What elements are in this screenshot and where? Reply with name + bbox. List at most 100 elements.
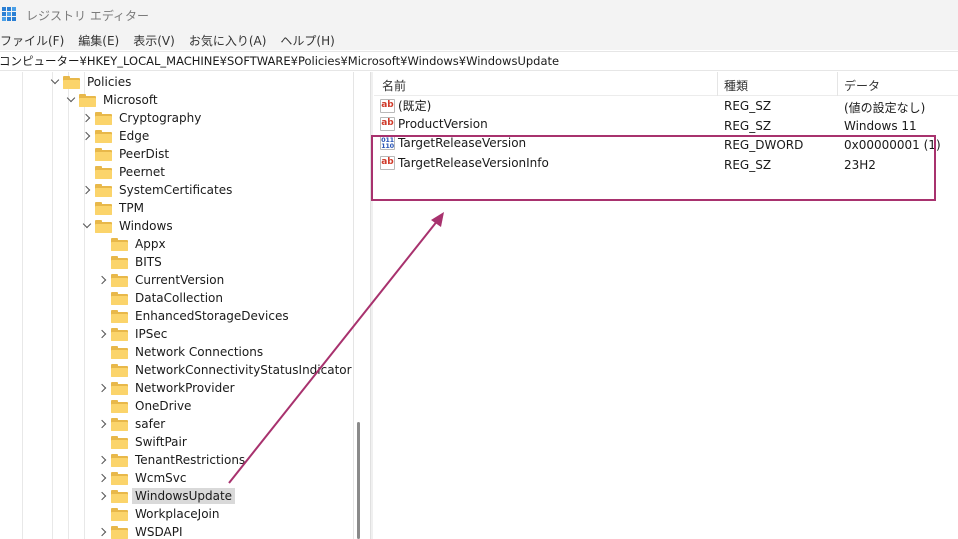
no-expander	[96, 255, 110, 269]
tree-item[interactable]: Edge	[80, 127, 152, 145]
column-separator[interactable]	[717, 72, 718, 96]
tree-item-label: Appx	[135, 237, 166, 251]
column-header-name[interactable]: 名前	[382, 77, 406, 94]
tree-item[interactable]: SystemCertificates	[80, 181, 235, 199]
tree-guide-line	[68, 72, 69, 539]
folder-icon	[111, 525, 128, 539]
folder-icon	[79, 93, 96, 107]
chevron-right-icon[interactable]	[96, 381, 110, 395]
column-separator[interactable]	[837, 72, 838, 96]
value-row[interactable]: ab ProductVersion REG_SZ Windows 11	[374, 116, 958, 135]
chevron-down-icon[interactable]	[80, 219, 94, 233]
tree-item[interactable]: WorkplaceJoin	[96, 505, 223, 523]
chevron-right-icon[interactable]	[96, 525, 110, 539]
folder-icon	[111, 489, 128, 503]
value-name-cell: ab (既定)	[380, 97, 431, 114]
tree-item[interactable]: EnhancedStorageDevices	[96, 307, 292, 325]
no-expander	[96, 237, 110, 251]
chevron-right-icon[interactable]	[96, 417, 110, 431]
tree-item[interactable]: Policies	[48, 73, 134, 91]
tree-item-label: SwiftPair	[135, 435, 187, 449]
chevron-down-icon[interactable]	[48, 75, 62, 89]
folder-icon	[95, 183, 112, 197]
no-expander	[80, 201, 94, 215]
tree-item-label: TPM	[119, 201, 144, 215]
value-name: ProductVersion	[398, 116, 488, 131]
tree-item-label: NetworkConnectivityStatusIndicator	[135, 363, 352, 377]
tree-item-label: OneDrive	[135, 399, 192, 413]
folder-icon	[95, 147, 112, 161]
tree-item[interactable]: Microsoft	[64, 91, 161, 109]
menu-help[interactable]: ヘルプ(H)	[280, 32, 334, 49]
menu-favorites[interactable]: お気に入り(A)	[189, 32, 267, 49]
tree-item[interactable]: WcmSvc	[96, 469, 189, 487]
value-type: REG_SZ	[724, 99, 772, 113]
chevron-right-icon[interactable]	[96, 273, 110, 287]
tree-guide-line	[22, 72, 23, 539]
key-tree-pane: Policies Microsoft Cryptography Edge PeerDis…	[0, 72, 363, 539]
chevron-down-icon[interactable]	[64, 93, 78, 107]
tree-item-label: CurrentVersion	[135, 273, 225, 287]
tree-scrollbar[interactable]	[353, 72, 363, 539]
annotation-highlight-box	[371, 135, 936, 201]
no-expander	[96, 291, 110, 305]
tree-item[interactable]: SwiftPair	[96, 433, 190, 451]
tree-item-label: Network Connections	[135, 345, 264, 359]
chevron-right-icon[interactable]	[80, 183, 94, 197]
tree-item-label: Windows	[119, 219, 173, 233]
address-bar[interactable]: コンピューター¥HKEY_LOCAL_MACHINE¥SOFTWARE¥Poli…	[0, 51, 958, 71]
folder-icon	[111, 363, 128, 377]
menu-edit[interactable]: 編集(E)	[78, 32, 119, 49]
tree-item[interactable]: Appx	[96, 235, 169, 253]
chevron-right-icon[interactable]	[96, 453, 110, 467]
folder-icon	[111, 255, 128, 269]
tree-item[interactable]: PeerDist	[80, 145, 172, 163]
menu-view[interactable]: 表示(V)	[133, 32, 175, 49]
value-row[interactable]: ab (既定) REG_SZ (値の設定なし)	[374, 96, 958, 115]
chevron-right-icon[interactable]	[80, 129, 94, 143]
tree-item[interactable]: WSDAPI	[96, 523, 186, 539]
tree-item-label: Microsoft	[103, 93, 158, 107]
column-header-type[interactable]: 種類	[724, 77, 748, 94]
tree-item[interactable]: Cryptography	[80, 109, 204, 127]
tree-item-label: TenantRestrictions	[135, 453, 246, 467]
tree-item[interactable]: NetworkConnectivityStatusIndicator	[96, 361, 355, 379]
tree-item[interactable]: TenantRestrictions	[96, 451, 248, 469]
value-type: REG_SZ	[724, 118, 772, 133]
chevron-right-icon[interactable]	[80, 111, 94, 125]
chevron-right-icon[interactable]	[96, 327, 110, 341]
tree-item[interactable]: WindowsUpdate	[96, 487, 236, 505]
tree-item-label: WcmSvc	[135, 471, 187, 485]
tree-item-label: Policies	[87, 75, 132, 89]
tree-item[interactable]: CurrentVersion	[96, 271, 227, 289]
folder-icon	[95, 129, 112, 143]
title-bar: レジストリ エディター	[0, 0, 958, 30]
column-header-data[interactable]: データ	[844, 77, 880, 94]
tree-item-label: WSDAPI	[135, 525, 183, 539]
tree-item-label: DataCollection	[135, 291, 224, 305]
folder-icon	[111, 417, 128, 431]
tree-item[interactable]: Windows	[80, 217, 176, 235]
tree-item[interactable]: DataCollection	[96, 289, 226, 307]
chevron-right-icon[interactable]	[96, 489, 110, 503]
tree-item-label: Peernet	[119, 165, 165, 179]
chevron-right-icon[interactable]	[96, 471, 110, 485]
address-path[interactable]: コンピューター¥HKEY_LOCAL_MACHINE¥SOFTWARE¥Poli…	[0, 53, 559, 69]
value-name: (既定)	[398, 99, 432, 113]
tree-item[interactable]: Peernet	[80, 163, 168, 181]
folder-icon	[111, 507, 128, 521]
menu-file[interactable]: ファイル(F)	[0, 32, 64, 49]
tree-item[interactable]: TPM	[80, 199, 147, 217]
folder-icon	[111, 435, 128, 449]
tree-item-label: IPSec	[135, 327, 168, 341]
tree-item[interactable]: Network Connections	[96, 343, 266, 361]
no-expander	[96, 399, 110, 413]
folder-icon	[111, 471, 128, 485]
tree-item[interactable]: BITS	[96, 253, 165, 271]
tree-item[interactable]: NetworkProvider	[96, 379, 238, 397]
tree-item-label: PeerDist	[119, 147, 170, 161]
tree-item[interactable]: OneDrive	[96, 397, 194, 415]
tree-item[interactable]: IPSec	[96, 325, 170, 343]
tree-item[interactable]: safer	[96, 415, 168, 433]
tree-scrollbar-thumb[interactable]	[357, 422, 360, 539]
